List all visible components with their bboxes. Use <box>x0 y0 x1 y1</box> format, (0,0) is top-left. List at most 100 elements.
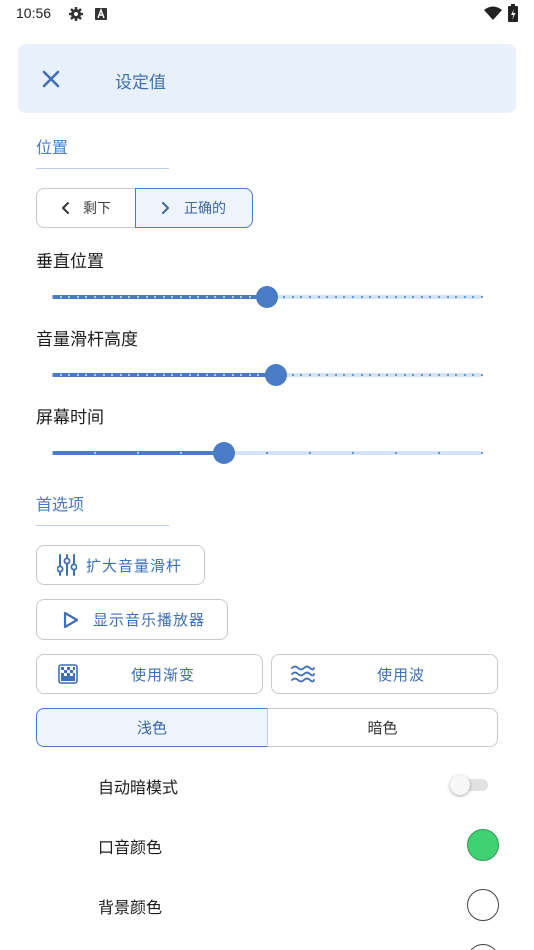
slider-tick <box>386 374 389 376</box>
slider-tick <box>343 296 346 298</box>
slider-tick <box>59 374 62 376</box>
equalizer-icon <box>57 554 77 576</box>
gradient-icon <box>58 664 78 684</box>
slider-tick <box>137 452 139 454</box>
slider-tick <box>171 296 174 298</box>
slider-tick <box>429 374 432 376</box>
slider-tick <box>248 296 251 298</box>
slider-tick <box>412 296 415 298</box>
slider-tick <box>180 296 182 298</box>
wifi-icon <box>484 5 502 25</box>
slider-tick <box>51 296 53 298</box>
theme-light-label: 浅色 <box>136 719 167 737</box>
theme-dark-button[interactable]: 暗色 <box>267 708 498 747</box>
close-button[interactable] <box>34 62 68 96</box>
use-wave-label: 使用波 <box>377 665 426 684</box>
slider-tick <box>68 374 71 376</box>
use-wave-button[interactable]: 使用波 <box>271 654 498 694</box>
slider-tick <box>94 374 96 376</box>
slider-tick <box>162 296 165 298</box>
expand-volume-slider-button[interactable]: 扩大音量滑杆 <box>36 545 205 585</box>
auto-dark-mode-label: 自动暗模式 <box>98 778 179 797</box>
theme-light-button[interactable]: 浅色 <box>36 708 268 747</box>
slider-tick <box>352 296 354 298</box>
color-swatch-partial[interactable] <box>467 944 499 950</box>
slider-tick <box>197 374 200 376</box>
slider-tick <box>162 374 165 376</box>
slider-tick <box>214 296 217 298</box>
screen-time-slider[interactable] <box>51 442 483 464</box>
background-color-label: 背景颜色 <box>98 898 163 917</box>
slider-tick <box>326 296 329 298</box>
position-right-button[interactable]: 正确的 <box>135 188 253 228</box>
slider-tick <box>352 374 354 376</box>
slider-tick <box>145 296 148 298</box>
slider-tick <box>51 374 53 376</box>
show-music-player-button[interactable]: 显示音乐播放器 <box>36 599 228 640</box>
theme-dark-label: 暗色 <box>367 719 398 737</box>
slider-tick <box>472 296 475 298</box>
slider-thumb[interactable] <box>213 442 235 464</box>
slider-tick <box>334 296 337 298</box>
accent-color-swatch[interactable] <box>467 829 499 861</box>
slider-tick <box>214 374 217 376</box>
slider-tick <box>137 374 139 376</box>
slider-tick <box>481 374 483 376</box>
keyboard-a-icon <box>95 6 107 25</box>
wave-icon <box>291 665 315 683</box>
auto-dark-mode-toggle[interactable] <box>450 774 488 796</box>
vertical-position-slider[interactable] <box>51 286 483 308</box>
slider-tick <box>334 374 337 376</box>
slider-tick <box>412 374 415 376</box>
slider-tick <box>309 296 311 298</box>
slider-label-volume-height: 音量滑杆高度 <box>36 330 138 350</box>
expand-volume-slider-label: 扩大音量滑杆 <box>86 556 183 575</box>
slider-tick <box>317 296 320 298</box>
slider-tick <box>94 296 96 298</box>
slider-tick <box>369 296 372 298</box>
settings-gear-icon <box>68 6 84 26</box>
slider-tick <box>197 296 200 298</box>
slider-tick <box>446 374 449 376</box>
show-music-player-label: 显示音乐播放器 <box>93 611 206 629</box>
slider-thumb[interactable] <box>256 286 278 308</box>
position-left-button[interactable]: 剩下 <box>36 188 136 228</box>
toggle-thumb <box>450 775 470 795</box>
slider-tick <box>59 296 62 298</box>
slider-tick <box>420 374 423 376</box>
slider-tick <box>119 296 122 298</box>
slider-tick <box>51 452 53 454</box>
slider-tick <box>377 296 380 298</box>
slider-tick <box>85 374 88 376</box>
chevron-right-icon <box>162 202 169 214</box>
page-title: 设定值 <box>115 73 166 93</box>
slider-tick <box>154 296 157 298</box>
slider-tick <box>377 374 380 376</box>
slider-tick <box>300 374 303 376</box>
slider-thumb[interactable] <box>264 364 287 386</box>
slider-tick <box>369 374 372 376</box>
slider-tick <box>481 296 483 298</box>
slider-tick <box>111 374 114 376</box>
slider-tick <box>128 374 131 376</box>
use-gradient-button[interactable]: 使用渐变 <box>36 654 263 694</box>
slider-tick <box>128 296 131 298</box>
slider-tick <box>180 452 182 454</box>
volume-slider-height-slider[interactable] <box>51 364 483 386</box>
slider-tick <box>455 296 458 298</box>
slider-tick <box>395 374 397 376</box>
slider-tick <box>291 374 294 376</box>
background-color-swatch[interactable] <box>467 889 499 921</box>
slider-tick <box>472 374 475 376</box>
slider-tick <box>111 296 114 298</box>
slider-tick <box>231 296 234 298</box>
slider-tick <box>446 296 449 298</box>
section-divider <box>36 525 169 526</box>
slider-tick <box>231 374 234 376</box>
slider-tick <box>223 374 225 376</box>
slider-tick <box>463 374 466 376</box>
slider-tick <box>317 374 320 376</box>
slider-tick <box>438 374 440 376</box>
slider-tick <box>94 452 96 454</box>
slider-tick <box>438 452 440 454</box>
